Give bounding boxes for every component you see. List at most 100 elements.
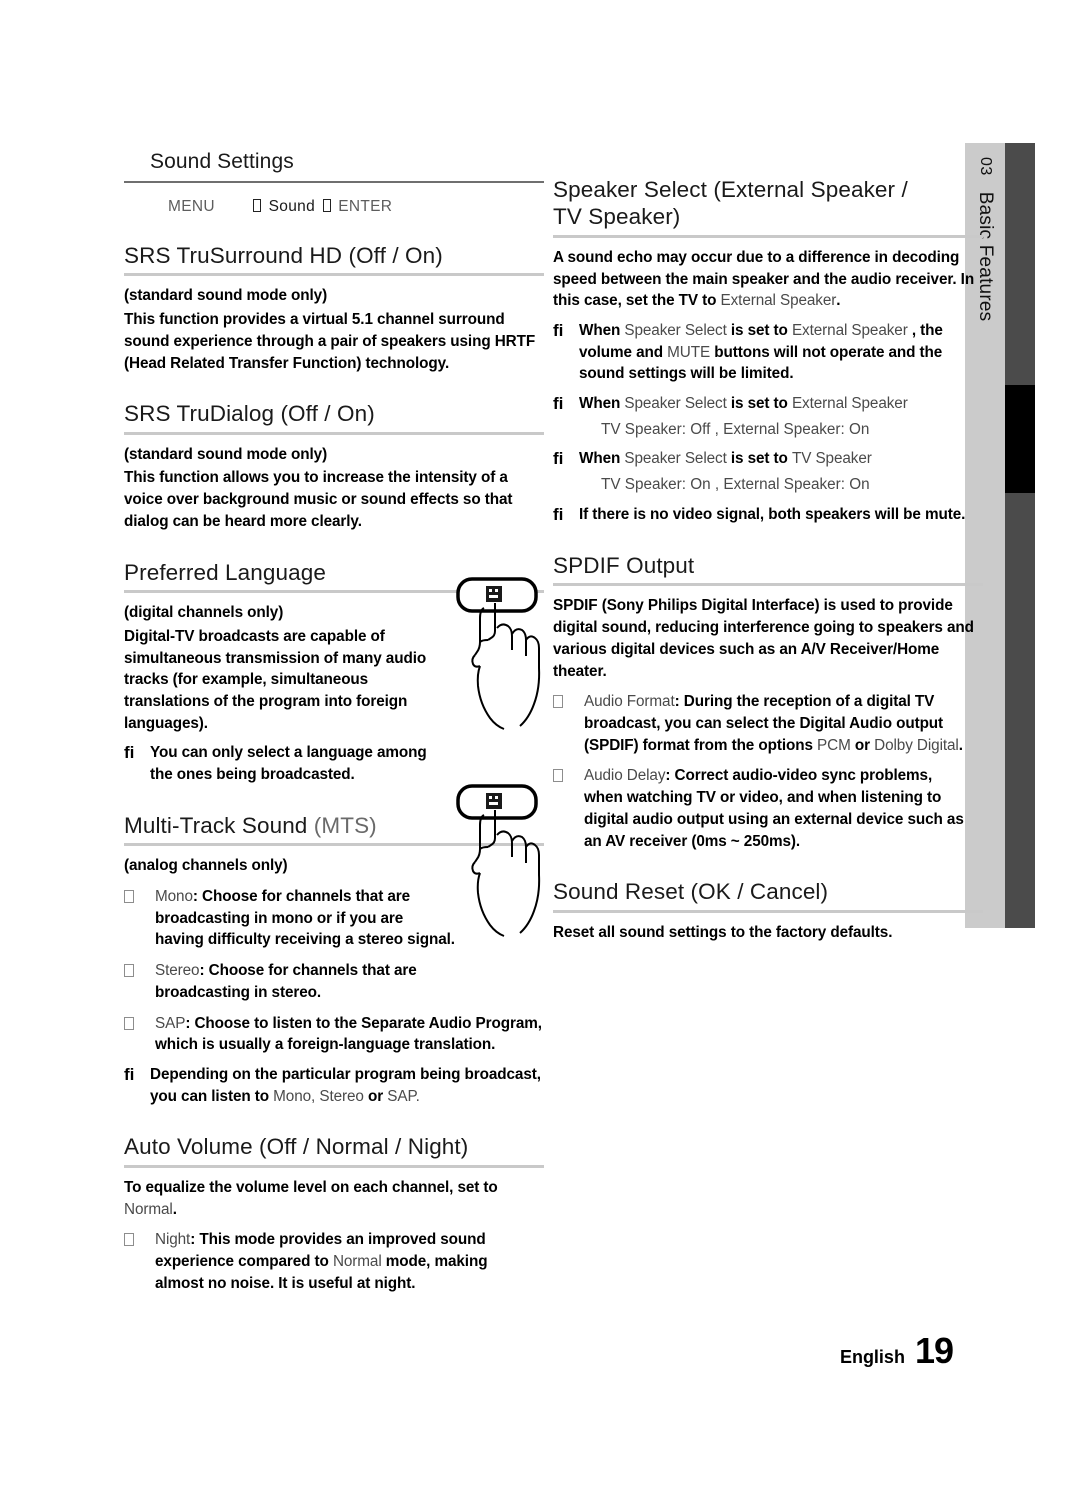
subsection-speaker-select: Speaker Select (External Speaker / TV Sp… (553, 176, 983, 526)
note-option-sap: SAP (387, 1087, 416, 1105)
page-footer: English 19 (0, 1330, 954, 1372)
note-option-stereo: Stereo (319, 1087, 364, 1105)
heading-srs-trusurround: SRS TruSurround HD (Off / On) (124, 243, 443, 268)
menu-path: MENU Sound ENTER (124, 183, 544, 216)
arrow-right-icon (322, 199, 331, 212)
note-part: is set to (726, 322, 792, 340)
note-value: Speaker Select (624, 395, 727, 413)
note-part: When (579, 450, 625, 468)
note-marker-icon: ﬁ (124, 1065, 135, 1084)
side-bar-black-marker (1005, 385, 1035, 493)
note-part: When (579, 322, 625, 340)
note-text: When Speaker Select is set to External S… (579, 320, 983, 385)
note-value: Speaker Select (624, 450, 727, 468)
subsection-spdif-output: SPDIF Output SPDIF (Sony Philips Digital… (553, 552, 983, 852)
bullet-text: Audio Format: During the reception of a … (584, 691, 974, 756)
heading-main: Multi-Track Sound (124, 812, 308, 838)
body-part: . (172, 1200, 177, 1218)
body-text: This function provides a virtual 5.1 cha… (124, 311, 536, 372)
bullet-marker-icon (124, 1229, 155, 1294)
section-title: Sound Settings (150, 150, 294, 173)
menu-path-enter: ENTER (338, 198, 393, 215)
note-sep: or (363, 1087, 388, 1105)
bullet-row: Audio Format: During the reception of a … (553, 691, 983, 756)
note-marker-icon: ﬁ (553, 449, 564, 469)
body-value: Normal (124, 1200, 173, 1218)
heading-rule (124, 273, 544, 277)
note-value: MUTE (667, 343, 711, 361)
body-part: . (836, 292, 841, 310)
note-marker-icon: ﬁ (553, 504, 564, 524)
bullet-desc: : Choose to listen to the Separate Audio… (155, 1014, 542, 1054)
remote-button-hand-illustration (444, 576, 548, 731)
body-text: Digital-TV broadcasts are capable of sim… (124, 627, 427, 732)
note-option-mono: Mono (273, 1087, 312, 1105)
body-text: SPDIF (Sony Philips Digital Interface) i… (553, 597, 974, 680)
note-text: When Speaker Select is set to External S… (579, 393, 908, 415)
mode-note: (standard sound mode only) (124, 445, 328, 463)
right-column: Speaker Select (External Speaker / TV Sp… (553, 150, 983, 945)
bullet-term: Night (155, 1231, 191, 1249)
body-text: This function allows you to increase the… (124, 469, 513, 530)
bullet-term: Stereo (155, 962, 200, 980)
note-part: is set to (726, 395, 792, 413)
note-text: You can only select a language among the… (150, 744, 427, 784)
heading-rule (124, 431, 544, 435)
bullet-row: SAP: Choose to listen to the Separate Au… (124, 1013, 544, 1056)
remote-button-hand-illustration (444, 783, 548, 938)
note-part: . (415, 1087, 420, 1105)
note-value: TV Speaker (791, 450, 872, 468)
bullet-term: Mono (155, 887, 193, 905)
body-text: Reset all sound settings to the factory … (553, 923, 893, 941)
subsection-srs-trusurround: SRS TruSurround HD (Off / On) (standard … (124, 242, 544, 374)
note-row: ﬁ You can only select a language among t… (124, 742, 544, 785)
bullet-marker-icon (124, 1013, 155, 1056)
note-row: ﬁ Depending on the particular program be… (124, 1064, 544, 1107)
subsection-srs-trudialog: SRS TruDialog (Off / On) (standard sound… (124, 400, 544, 532)
note-row: ﬁ If there is no video signal, both spea… (553, 504, 983, 526)
bullet-marker-icon (124, 886, 155, 951)
note-sub-line: TV Speaker: Off , External Speaker: On (601, 420, 870, 438)
menu-path-sound: Sound (268, 198, 315, 215)
note-marker-icon: ﬁ (553, 394, 564, 414)
bullet-text: SAP: Choose to listen to the Separate Au… (155, 1013, 544, 1056)
mode-note: (standard sound mode only) (124, 287, 328, 305)
bullet-value-pcm: PCM (817, 736, 851, 754)
heading-rule (124, 1164, 544, 1168)
heading-srs-trudialog: SRS TruDialog (Off / On) (124, 401, 375, 427)
note-part: When (579, 395, 625, 413)
bullet-marker-icon (124, 960, 155, 1003)
bullet-row: Audio Delay: Correct audio-video sync pr… (553, 765, 983, 852)
bullet-text: Audio Delay: Correct audio-video sync pr… (584, 765, 974, 852)
note-value: Speaker Select (624, 322, 727, 340)
bullet-desc: : Choose for channels that are broadcast… (155, 887, 455, 949)
bullet-desc: or (850, 736, 875, 754)
bullet-term: Audio Format (584, 693, 675, 711)
heading-rule (553, 909, 983, 913)
footer-page-number: 19 (914, 1330, 954, 1371)
note-value: External Speaker (791, 395, 908, 413)
bullet-row: Stereo: Choose for channels that are bro… (124, 960, 544, 1003)
note-sub-line: TV Speaker: On , External Speaker: On (601, 475, 870, 493)
arrow-right-icon (253, 199, 262, 212)
note-row: ﬁ When Speaker Select is set to External… (553, 320, 983, 385)
note-row: ﬁ When Speaker Select is set to External… (553, 393, 983, 415)
note-text: When Speaker Select is set to TV Speaker (579, 448, 872, 470)
bullet-marker-icon (553, 765, 584, 852)
bullet-term: Audio Delay (584, 767, 666, 785)
heading-rule (553, 583, 983, 587)
body-text: A sound echo may occur due to a differen… (553, 247, 983, 312)
body-part: To equalize the volume level on each cha… (124, 1178, 498, 1196)
note-marker-icon: ﬁ (124, 743, 135, 763)
heading-sound-reset: Sound Reset (OK / Cancel) (553, 879, 829, 905)
bullet-text: Mono: Choose for channels that are broad… (155, 886, 455, 951)
subsection-auto-volume: Auto Volume (Off / Normal / Night) To eq… (124, 1133, 544, 1294)
note-text: Depending on the particular program bein… (150, 1064, 544, 1107)
bullet-text: Stereo: Choose for channels that are bro… (155, 960, 455, 1003)
heading-auto-volume: Auto Volume (Off / Normal / Night) (124, 1134, 469, 1160)
bullet-text: Night: This mode provides an improved so… (155, 1229, 500, 1294)
note-part: is set to (726, 450, 792, 468)
heading-spdif-output: SPDIF Output (553, 552, 695, 578)
subsection-sound-reset: Sound Reset (OK / Cancel) Reset all soun… (553, 878, 983, 943)
heading-abbrev: (MTS) (313, 812, 377, 838)
